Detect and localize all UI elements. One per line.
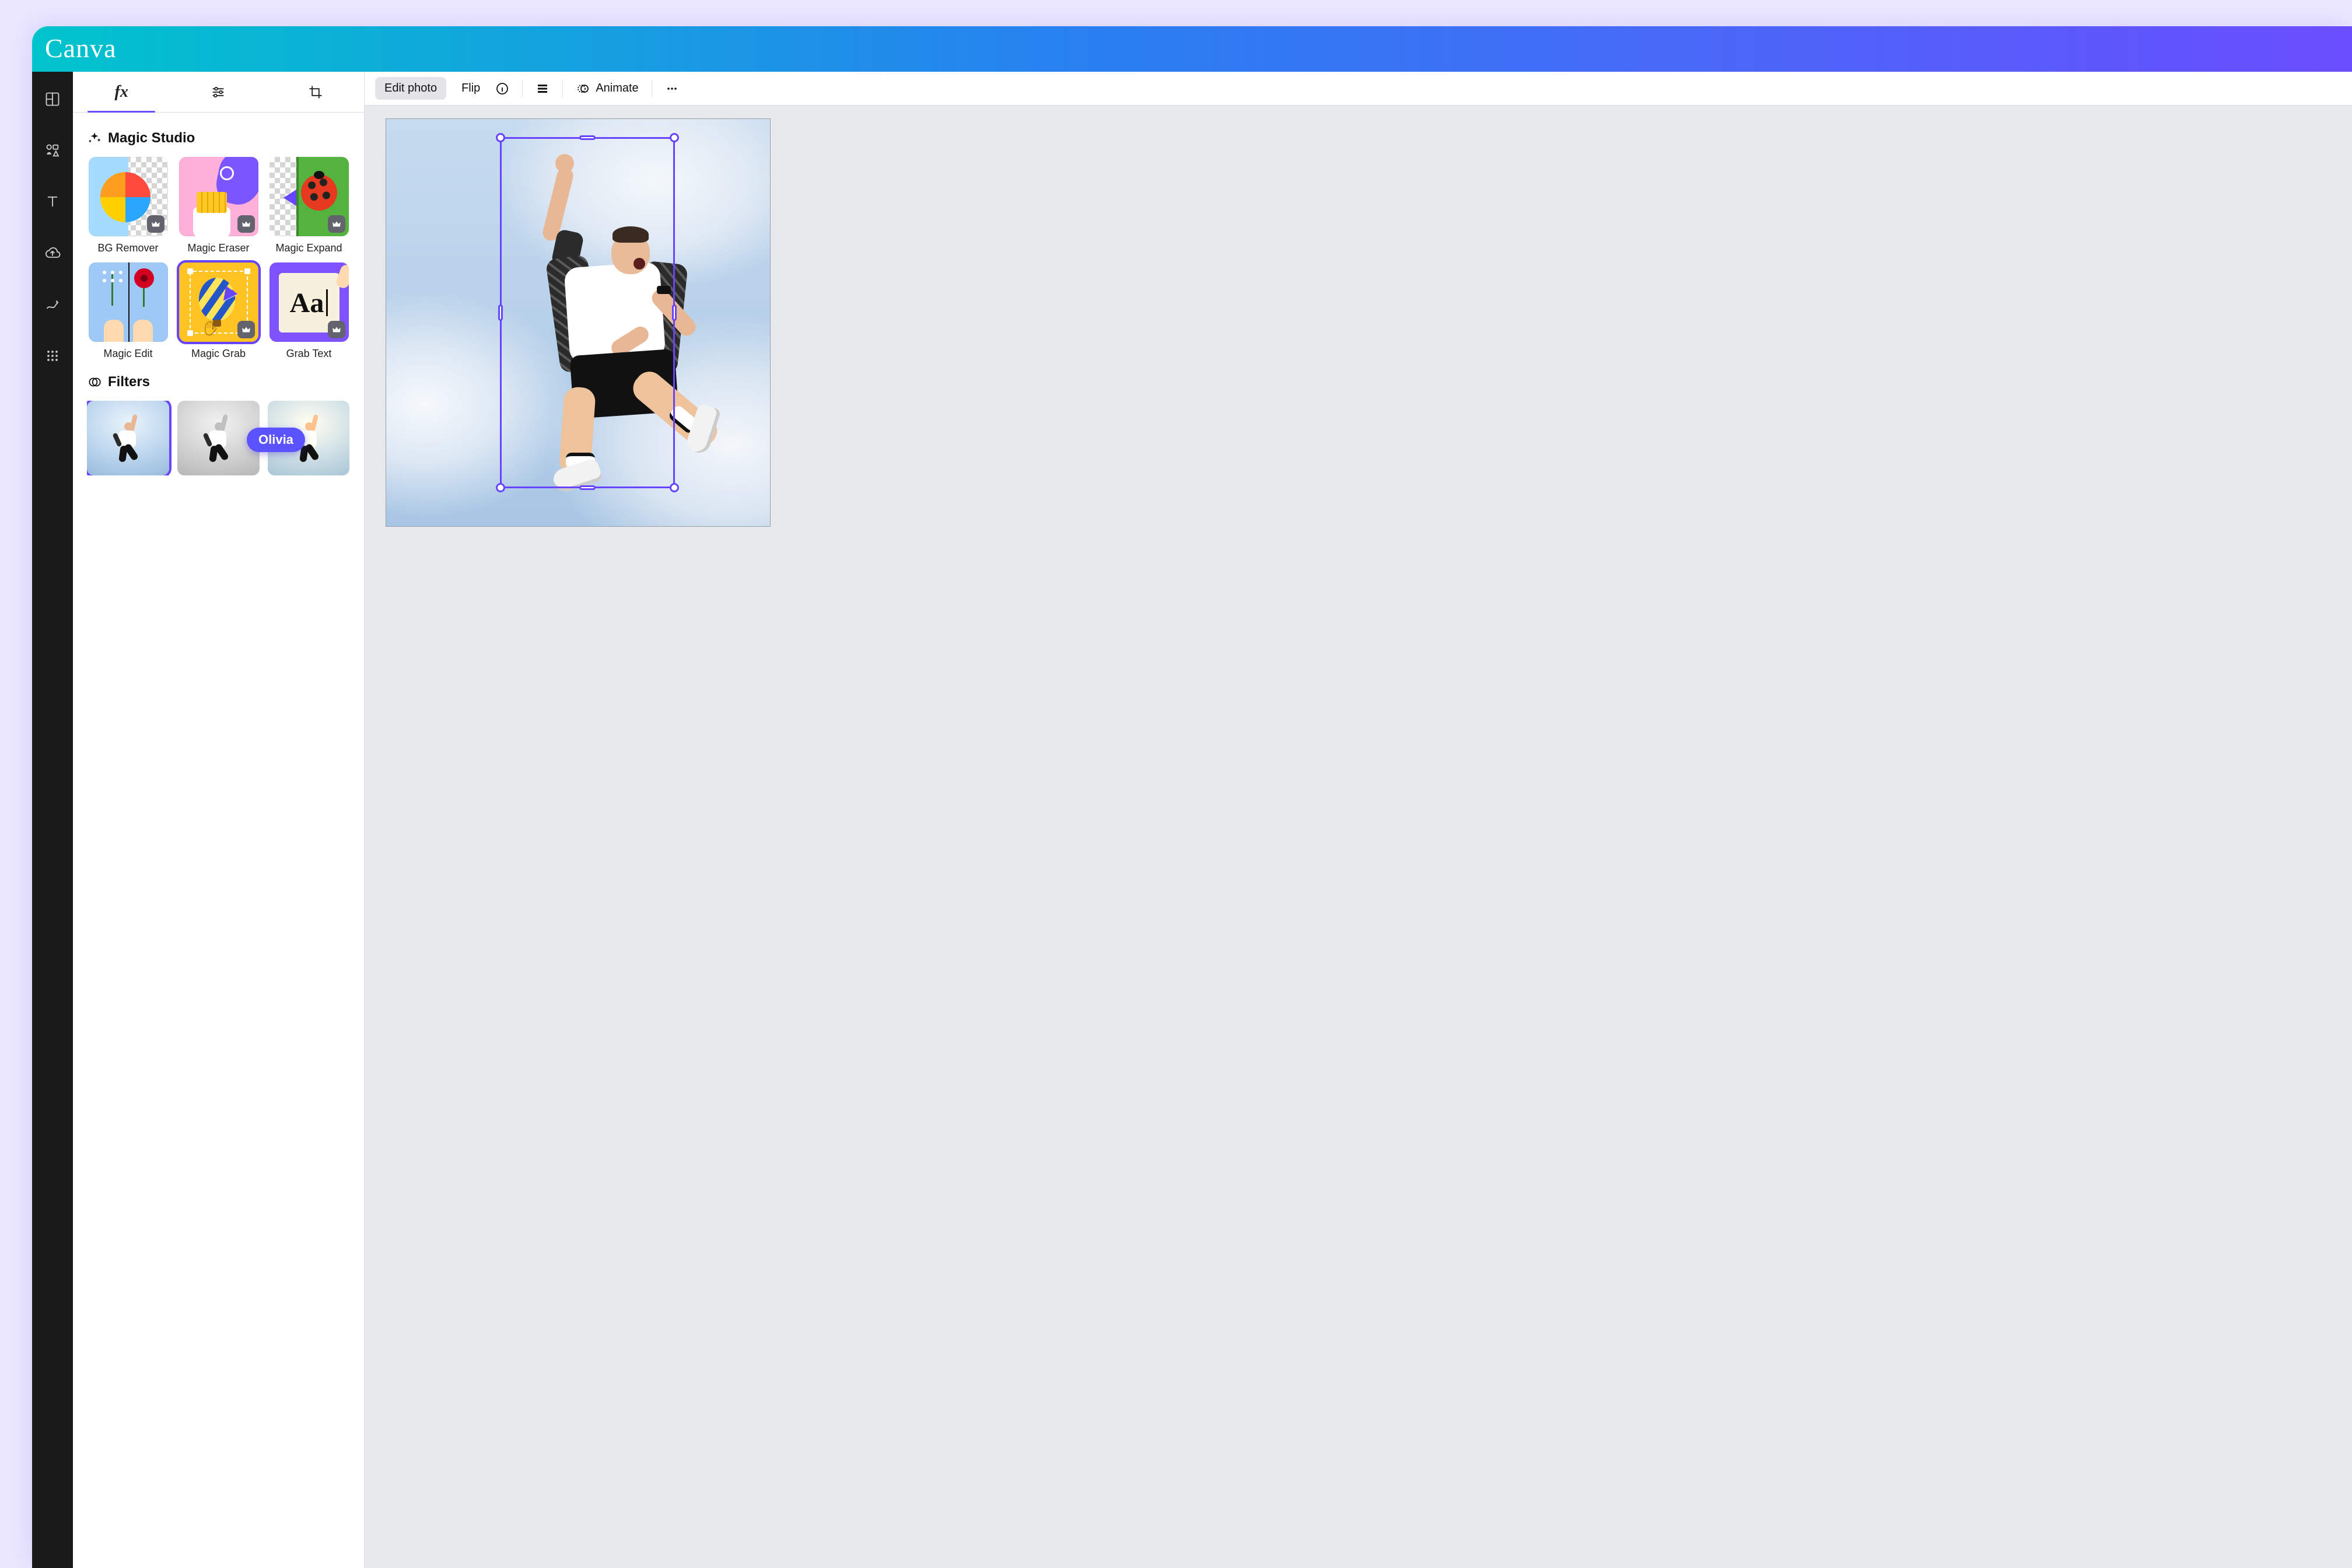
canvas-photo[interactable] xyxy=(386,118,771,527)
collaborator-tag: Olivia xyxy=(247,428,305,452)
tool-label: Grab Text xyxy=(286,348,332,360)
handle-bottom-mid[interactable] xyxy=(579,485,596,490)
tab-adjust[interactable] xyxy=(170,72,267,112)
info-button[interactable] xyxy=(495,82,509,96)
tool-grab-text: Aa Grab Text xyxy=(268,262,350,360)
side-panel: fx Magic Studio xyxy=(73,72,365,1568)
thumb-grab-text[interactable]: Aa xyxy=(270,262,349,342)
tool-label: Magic Edit xyxy=(103,348,152,360)
elements-icon[interactable] xyxy=(44,142,61,159)
context-toolbar: Edit photo Flip Animate xyxy=(365,72,2352,106)
animate-label: Animate xyxy=(596,82,638,95)
sparkle-icon xyxy=(87,131,102,146)
selection-frame[interactable] xyxy=(500,137,675,488)
handle-bottom-right[interactable] xyxy=(670,483,679,492)
tool-magic-edit: Magic Edit xyxy=(87,262,169,360)
handle-mid-left[interactable] xyxy=(498,304,503,321)
thumb-magic-edit[interactable] xyxy=(89,262,168,342)
handle-top-right[interactable] xyxy=(670,133,679,142)
collaborator-cursor-icon xyxy=(223,286,238,303)
brand-logo: Canva xyxy=(45,33,117,64)
tool-label: BG Remover xyxy=(97,242,158,254)
animate-button[interactable]: Animate xyxy=(576,82,638,96)
thumb-magic-expand[interactable] xyxy=(270,157,349,236)
more-button[interactable] xyxy=(665,82,679,96)
stage[interactable] xyxy=(365,106,2352,1568)
brand-strip: Canva xyxy=(32,26,2352,72)
main-area: fx Magic Studio xyxy=(32,72,2352,1568)
tool-label: Magic Expand xyxy=(275,242,342,254)
magic-studio-grid: BG Remover Magic Eraser xyxy=(87,157,350,360)
tool-label: Magic Eraser xyxy=(187,242,249,254)
tool-magic-grab: ✋ Magic Grab xyxy=(177,262,260,360)
section-filters-head: Filters xyxy=(87,374,350,390)
thumb-magic-grab[interactable]: ✋ xyxy=(179,262,258,342)
handle-top-left[interactable] xyxy=(496,133,505,142)
divider xyxy=(562,80,563,97)
animate-icon xyxy=(576,82,590,96)
handle-mid-right[interactable] xyxy=(672,304,677,321)
canvas-area: Edit photo Flip Animate xyxy=(365,72,2352,1568)
thumb-bg-remover[interactable] xyxy=(89,157,168,236)
premium-badge-icon xyxy=(328,321,345,338)
tab-effects[interactable]: fx xyxy=(73,72,170,112)
flip-button[interactable]: Flip xyxy=(459,77,482,100)
handle-top-mid[interactable] xyxy=(579,135,596,140)
premium-badge-icon xyxy=(237,215,255,233)
section-title: Filters xyxy=(108,374,150,390)
adjust-icon xyxy=(210,84,226,100)
tool-bg-remover: BG Remover xyxy=(87,157,169,254)
filter-row xyxy=(87,401,350,475)
premium-badge-icon xyxy=(328,215,345,233)
list-style-button[interactable] xyxy=(536,82,550,96)
tool-magic-expand: Magic Expand xyxy=(268,157,350,254)
editor-window: Canva xyxy=(32,26,2352,1568)
tool-label: Magic Grab xyxy=(191,348,246,360)
thumb-magic-eraser[interactable] xyxy=(179,157,258,236)
divider xyxy=(522,80,523,97)
text-icon[interactable] xyxy=(44,193,61,211)
uploads-icon[interactable] xyxy=(44,244,61,262)
fx-icon: fx xyxy=(115,83,128,102)
apps-icon[interactable] xyxy=(44,347,61,365)
grab-cursor-icon: ✋ xyxy=(202,321,218,336)
edit-photo-button[interactable]: Edit photo xyxy=(375,77,446,100)
draw-icon[interactable] xyxy=(44,296,61,313)
nav-rail xyxy=(32,72,73,1568)
info-icon xyxy=(495,82,509,96)
filters-icon xyxy=(87,374,102,390)
list-icon xyxy=(536,82,550,96)
crop-icon xyxy=(307,84,324,100)
section-title: Magic Studio xyxy=(108,130,195,146)
filter-original[interactable] xyxy=(87,401,169,475)
panel-body: Magic Studio BG Remover xyxy=(73,113,364,475)
more-icon xyxy=(665,82,679,96)
handle-bottom-left[interactable] xyxy=(496,483,505,492)
panel-tabs: fx xyxy=(73,72,364,113)
premium-badge-icon xyxy=(237,321,255,338)
tool-magic-eraser: Magic Eraser xyxy=(177,157,260,254)
premium-badge-icon xyxy=(147,215,164,233)
tab-crop[interactable] xyxy=(267,72,364,112)
templates-icon[interactable] xyxy=(44,90,61,108)
section-magic-studio-head: Magic Studio xyxy=(87,130,350,146)
